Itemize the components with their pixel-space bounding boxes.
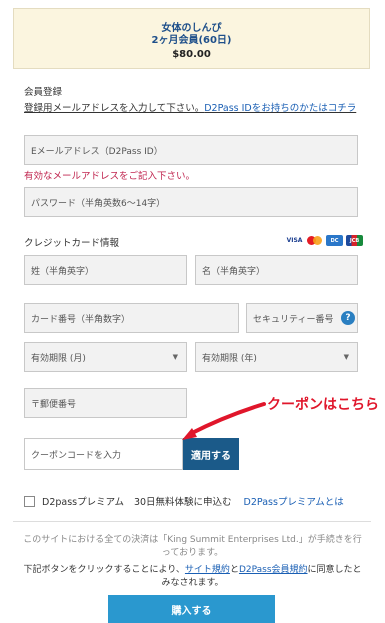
expiry-year-value: 有効期限 (年): [202, 353, 257, 364]
first-name-placeholder: 名（半角英字）: [202, 266, 266, 277]
agree-prefix: 下記ボタンをクリックすることにより、: [23, 565, 185, 575]
annotation-arrow-icon: [182, 402, 266, 440]
premium-checkbox[interactable]: [24, 495, 35, 507]
email-placeholder: Eメールアドレス（D2Pass ID）: [31, 146, 163, 157]
coupon-annotation: クーポンはこちら: [267, 397, 379, 413]
product-banner: 女体のしんぴ 2ヶ月会員(60日) $80.00: [13, 8, 370, 69]
email-error: 有効なメールアドレスをご記入下さい。: [24, 171, 196, 182]
card-number-field[interactable]: カード番号（半角数字）: [24, 303, 239, 333]
premium-label: D2passプレミアム: [42, 497, 124, 508]
premium-offer: 30日無料体験に申込む: [133, 497, 232, 508]
coupon-field[interactable]: クーポンコードを入力: [24, 438, 183, 470]
last-name-placeholder: 姓（半角英字）: [31, 266, 95, 277]
mastercard-icon: [306, 235, 323, 246]
card-number-placeholder: カード番号（半角数字）: [31, 314, 131, 325]
premium-option[interactable]: D2passプレミアム 30日無料体験に申込む D2Passプレミアムとは: [24, 494, 344, 508]
postal-code-field[interactable]: 〒郵便番号: [24, 388, 187, 418]
password-placeholder: パスワード（半角英数6～14字）: [31, 198, 166, 209]
agree-and: と: [229, 565, 239, 575]
password-field[interactable]: パスワード（半角英数6～14字）: [24, 187, 358, 217]
membership-note: 登録用メールアドレスを入力して下さい。D2Pass IDをお持ちのかたはコチラ: [24, 102, 364, 115]
last-name-field[interactable]: 姓（半角英字）: [24, 255, 187, 285]
help-icon[interactable]: ?: [341, 311, 355, 325]
premium-info-link[interactable]: D2Passプレミアムとは: [244, 494, 344, 508]
plan-name: 2ヶ月会員(60日): [151, 35, 232, 46]
credit-card-heading: クレジットカード情報: [24, 238, 120, 249]
email-field[interactable]: Eメールアドレス（D2Pass ID）: [24, 135, 358, 165]
member-terms-link[interactable]: D2Pass会員規約: [239, 565, 308, 575]
divider: [13, 521, 371, 522]
first-name-field[interactable]: 名（半角英字）: [195, 255, 358, 285]
plan-price: $80.00: [172, 49, 211, 60]
visa-icon: VISA: [286, 235, 303, 246]
site-terms-link[interactable]: サイト規約: [185, 565, 230, 575]
terms-agreement: 下記ボタンをクリックすることにより、サイト規約とD2Pass会員規約に同意したと…: [20, 564, 365, 590]
card-brand-logos: VISA DC JCB: [286, 235, 363, 246]
expiry-year-select[interactable]: 有効期限 (年) ▼: [195, 342, 358, 372]
coupon-placeholder: クーポンコードを入力: [31, 450, 122, 461]
expiry-month-select[interactable]: 有効期限 (月) ▼: [24, 342, 187, 372]
postal-code-placeholder: 〒郵便番号: [31, 399, 77, 410]
membership-note-text: 登録用メールアドレスを入力して下さい。: [24, 103, 205, 114]
diners-icon: DC: [326, 235, 343, 246]
jcb-icon: JCB: [346, 235, 363, 246]
chevron-down-icon: ▼: [172, 353, 178, 361]
payment-notice: このサイトにおける全ての決済は「King Summit Enterprises …: [23, 535, 362, 558]
expiry-month-value: 有効期限 (月): [31, 353, 86, 364]
membership-heading: 会員登録: [24, 87, 63, 98]
buy-button[interactable]: 購入する: [108, 595, 275, 623]
chevron-down-icon: ▼: [343, 353, 349, 361]
security-code-placeholder: セキュリティー番号: [253, 314, 334, 325]
d2pass-login-link[interactable]: D2Pass IDをお持ちのかたはコチラ: [204, 103, 356, 114]
